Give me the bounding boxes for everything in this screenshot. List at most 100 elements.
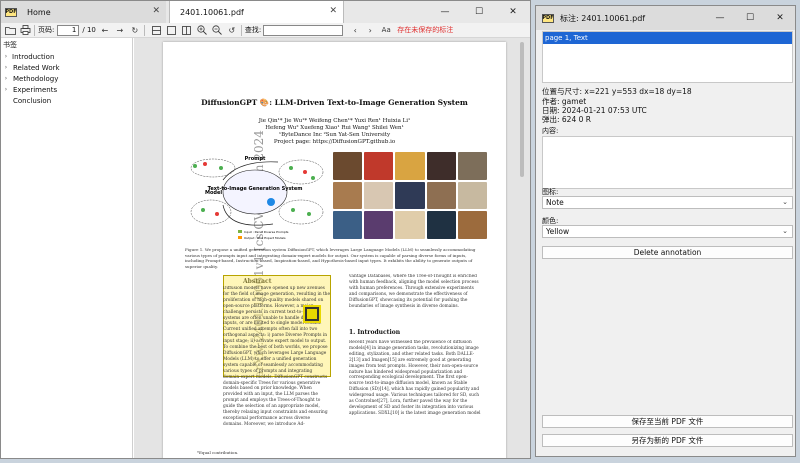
sample-image [457, 181, 487, 210]
tab-home-close-icon[interactable]: ✕ [152, 6, 160, 16]
sample-image [364, 152, 394, 180]
chevron-right-icon[interactable]: › [1, 75, 11, 82]
pdf-page[interactable]: arXiv:2401.10061v1 [cs.CV] 18 Jan 2024 D… [163, 42, 506, 458]
bookmark-label: Experiments [13, 85, 58, 94]
document-viewer[interactable]: arXiv:2401.10061v1 [cs.CV] 18 Jan 2024 D… [134, 38, 530, 458]
scrollbar-thumb[interactable] [520, 42, 524, 177]
diagram-legend: Output : Pick Expert Models [244, 236, 286, 240]
icon-select-value: Note [546, 198, 564, 207]
sample-image [364, 211, 394, 239]
zoom-out-icon[interactable] [211, 24, 223, 36]
save-as-new-pdf-button[interactable]: 另存为新的 PDF 文件 [542, 434, 793, 447]
tab-document-label: 2401.10061.pdf [180, 7, 244, 17]
find-previous-icon[interactable]: ‹ [349, 24, 361, 36]
footnote: *Equal contribution. [197, 450, 239, 455]
toolbar-divider [143, 24, 145, 36]
chevron-down-icon: ⌄ [782, 198, 788, 206]
sample-image [333, 152, 363, 180]
chevron-down-icon: ⌄ [782, 227, 788, 235]
paper-affiliation: ¹ByteDance Inc ²Sun Yat-Sen University [278, 132, 391, 138]
sample-image [426, 181, 456, 210]
icon-select[interactable]: Note ⌄ [542, 196, 793, 209]
toolbar: 页码: 1 / 10 ← → ↻ ↺ 查找: ‹ › Aa 存在未保存的标注 [1, 23, 530, 38]
color-select[interactable]: Yellow ⌄ [542, 225, 793, 238]
sample-image [457, 152, 487, 180]
sample-image [395, 211, 425, 239]
chevron-right-icon[interactable]: › [1, 86, 11, 93]
content-textarea[interactable] [542, 136, 793, 189]
bookmark-experiments[interactable]: › Experiments [1, 84, 132, 95]
bookmarks-sidebar: 书签 › Introduction › Related Work › Metho… [1, 38, 133, 458]
find-label: 查找: [244, 26, 262, 34]
tab-document-close-icon[interactable]: ✕ [329, 6, 337, 16]
app-logo-icon: PDF [542, 13, 554, 23]
sample-image [395, 152, 425, 180]
annotation-popup: 弹出: 624 0 R [542, 115, 591, 124]
font-icon[interactable]: Aa [379, 24, 393, 36]
bookmark-label: Conclusion [13, 96, 52, 105]
color-select-value: Yellow [546, 227, 570, 236]
paper-authors-line1: Jie Qin¹* Jie Wu¹* Weifeng Chen¹* Yuxi R… [258, 118, 411, 124]
arrow-right-icon[interactable]: → [114, 24, 126, 36]
sample-image [395, 181, 425, 210]
fit-width-icon[interactable] [181, 24, 193, 36]
paper-authors-line2: Hefeng Wu² Xuefeng Xiao¹ Rui Wang¹ Shile… [265, 125, 404, 131]
sample-image [426, 211, 456, 239]
app-logo-icon: PDF [5, 7, 17, 17]
annotation-panel-window: PDF 标注: 2401.10061.pdf — ☐ ✕ page 1, Tex… [535, 5, 796, 457]
arrow-left-icon[interactable]: ← [99, 24, 111, 36]
tab-document[interactable]: 2401.10061.pdf ✕ [169, 1, 344, 23]
sample-image [333, 181, 363, 210]
delete-annotation-button[interactable]: Delete annotation [542, 246, 793, 259]
paper-title: DiffusionGPT 🎨: LLM-Driven Text-to-Image… [201, 98, 468, 107]
close-button[interactable]: ✕ [496, 1, 530, 23]
zoom-in-icon[interactable] [196, 24, 208, 36]
paper-project-page: Project page: https://DiffusionGPT.githu… [273, 139, 396, 145]
unsaved-annotations-notice: 存在未保存的标注 [397, 26, 454, 34]
rotate-icon[interactable]: ↺ [226, 24, 238, 36]
bookmarks-title: 书签 [3, 41, 17, 49]
refresh-icon[interactable]: ↻ [129, 24, 141, 36]
maximize-button[interactable]: ☐ [735, 6, 765, 30]
sample-image-grid [333, 152, 487, 239]
maximize-button[interactable]: ☐ [462, 1, 496, 23]
single-page-icon[interactable] [166, 24, 178, 36]
bookmark-introduction[interactable]: › Introduction [1, 51, 132, 62]
tab-home[interactable]: PDF Home ✕ [1, 1, 166, 23]
abstract-continuation: vantage Databases, where the Tree-of-Tho… [349, 274, 479, 309]
minimize-button[interactable]: — [428, 1, 462, 23]
bookmark-methodology[interactable]: › Methodology [1, 73, 132, 84]
sample-image [364, 181, 394, 210]
sample-image [426, 152, 456, 180]
note-annotation-marker[interactable] [305, 307, 319, 321]
close-button[interactable]: ✕ [765, 6, 795, 30]
bookmark-label: Introduction [12, 52, 55, 61]
introduction-text: Recent years have witnessed the prevalen… [349, 340, 481, 416]
toolbar-divider [240, 24, 242, 36]
diagram-legend: Input : Parse Diverse Prompts [244, 230, 289, 234]
bookmark-label: Related Work [13, 63, 60, 72]
save-to-current-pdf-button[interactable]: 保存至当前 PDF 文件 [542, 415, 793, 428]
page-number-input[interactable]: 1 [57, 24, 80, 36]
panel-window-controls: — ☐ ✕ [705, 6, 795, 30]
bookmark-related-work[interactable]: › Related Work [1, 62, 132, 73]
print-icon[interactable] [19, 24, 31, 36]
diagram-label: Prompt [245, 156, 266, 162]
content-label: 内容: [542, 127, 559, 135]
diagram-label: Model [205, 190, 222, 196]
minimize-button[interactable]: — [705, 6, 735, 30]
introduction-heading: 1. Introduction [349, 329, 401, 336]
find-input[interactable] [263, 24, 344, 36]
page-label: 页码: [38, 26, 55, 34]
folder-icon[interactable] [4, 24, 16, 36]
vertical-scrollbar[interactable] [519, 42, 525, 457]
panel-title: 标注: 2401.10061.pdf [560, 13, 646, 23]
bookmark-conclusion[interactable]: Conclusion [1, 95, 132, 106]
find-next-icon[interactable]: › [364, 24, 376, 36]
window-controls: — ☐ ✕ [428, 1, 530, 23]
pdf-viewer-window: PDF Home ✕ 2401.10061.pdf ✕ — ☐ ✕ 页码: 1 … [0, 0, 531, 459]
annotation-list[interactable]: page 1, Text [542, 31, 793, 83]
annotation-list-item[interactable]: page 1, Text [543, 32, 792, 44]
chevron-right-icon[interactable]: › [1, 64, 11, 71]
fit-page-icon[interactable] [151, 24, 163, 36]
